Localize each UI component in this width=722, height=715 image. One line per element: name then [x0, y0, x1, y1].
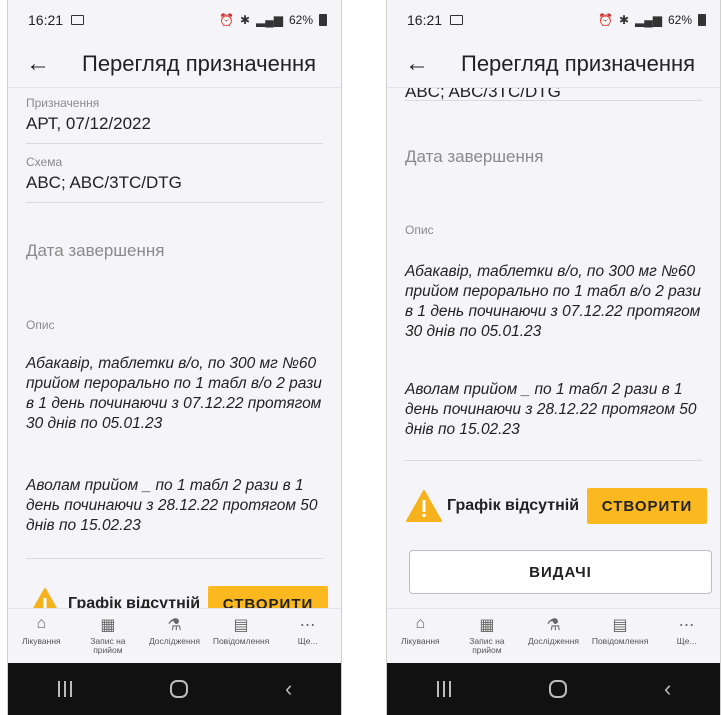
- schedule-missing-text: Графік відсутній: [68, 595, 201, 608]
- assignment-field: Призначення АРТ, 07/12/2022: [26, 96, 323, 134]
- bottom-navigation: ⌂ Лікування ▦ Запис на прийом ⚗ Дослідже…: [387, 608, 720, 663]
- nav-item-messages[interactable]: ▤ Повідомлення: [590, 615, 650, 646]
- schedule-missing-text: Графік відсутній: [447, 497, 580, 514]
- battery-icon: [319, 14, 327, 26]
- flask-icon: ⚗: [546, 617, 561, 634]
- scheme-field: Схема ABC; ABC/3TC/DTG: [26, 155, 323, 193]
- description-label: Опис: [405, 223, 434, 237]
- system-navigation-bar: ‹: [387, 663, 720, 715]
- status-bar: 16:21 ⏰ ✱ ▂▄▆ 62%: [387, 0, 720, 40]
- nav-item-treatment[interactable]: ⌂ Лікування: [390, 615, 450, 646]
- alarm-icon: ⏰: [218, 13, 234, 27]
- recents-button[interactable]: [57, 681, 73, 697]
- home-button[interactable]: [169, 680, 188, 698]
- battery-icon: [698, 14, 706, 26]
- alarm-icon: ⏰: [597, 13, 613, 27]
- status-time: 16:21: [28, 12, 64, 28]
- more-icon: ⋯: [678, 617, 695, 634]
- assignment-value: АРТ, 07/12/2022: [26, 114, 151, 133]
- divider: [405, 460, 702, 461]
- description-item-1: Абакавір, таблетки в/о, по 300 мг №60 пр…: [26, 355, 322, 432]
- create-schedule-button[interactable]: СТВОРИТИ: [587, 488, 708, 524]
- app-bar: ← Перегляд призначення: [387, 40, 720, 88]
- battery-percent: 62%: [667, 13, 692, 27]
- back-arrow-icon[interactable]: ←: [26, 50, 62, 78]
- system-back-button[interactable]: ‹: [285, 676, 292, 702]
- nav-item-treatment[interactable]: ⌂ Лікування: [11, 615, 71, 646]
- warning-icon: [33, 588, 57, 608]
- nav-item-appointment[interactable]: ▦ Запис на прийом: [78, 615, 138, 655]
- phone-screen-right: 16:21 ⏰ ✱ ▂▄▆ 62% ABC; ABC/3TC/DTG Дата …: [387, 0, 720, 715]
- nav-item-more[interactable]: ⋯ Ще...: [278, 615, 338, 646]
- battery-percent: 62%: [288, 13, 313, 27]
- assignment-label: Призначення: [26, 96, 100, 110]
- divider: [26, 202, 323, 203]
- signal-icon: ▂▄▆: [635, 13, 662, 27]
- end-date-field[interactable]: Дата завершення: [405, 147, 543, 167]
- home-button[interactable]: [548, 680, 567, 698]
- page-title: Перегляд призначення: [461, 50, 696, 76]
- page-title: Перегляд призначення: [82, 50, 317, 76]
- more-icon: ⋯: [299, 617, 316, 634]
- system-back-button[interactable]: ‹: [664, 676, 671, 702]
- description-item-2: Аволам прийом _ по 1 табл 2 рази в 1 ден…: [26, 477, 318, 534]
- bluetooth-icon: ✱: [618, 13, 629, 27]
- system-navigation-bar: ‹: [8, 663, 341, 715]
- back-arrow-icon[interactable]: ←: [405, 50, 441, 78]
- description-item-1: Абакавір, таблетки в/о, по 300 мг №60 пр…: [405, 263, 701, 340]
- message-icon: ▤: [612, 617, 628, 634]
- schedule-row: Графік відсутній СТВОРИТИ: [26, 586, 329, 608]
- calendar-icon: ▦: [100, 617, 116, 634]
- scheme-label: Схема: [26, 155, 63, 169]
- message-icon: ▤: [233, 617, 249, 634]
- warning-icon: [406, 490, 442, 522]
- bottom-navigation: ⌂ Лікування ▦ Запис на прийом ⚗ Дослідже…: [8, 608, 341, 663]
- description-label: Опис: [26, 318, 55, 332]
- status-time: 16:21: [407, 12, 443, 28]
- divider: [405, 100, 702, 101]
- bluetooth-icon: ✱: [239, 13, 250, 27]
- nav-item-research[interactable]: ⚗ Дослідження: [144, 615, 204, 646]
- divider: [26, 143, 323, 144]
- nav-item-appointment[interactable]: ▦ Запис на прийом: [457, 615, 517, 655]
- end-date-field[interactable]: Дата завершення: [26, 241, 164, 261]
- schedule-row: Графік відсутній СТВОРИТИ: [405, 488, 708, 524]
- gallery-notification-icon: [71, 15, 85, 25]
- description-item-2: Аволам прийом _ по 1 табл 2 рази в 1 ден…: [405, 381, 697, 438]
- nav-item-research[interactable]: ⚗ Дослідження: [523, 615, 583, 646]
- create-schedule-button[interactable]: СТВОРИТИ: [208, 586, 329, 608]
- gallery-notification-icon: [450, 15, 464, 25]
- home-icon: ⌂: [36, 615, 47, 632]
- home-icon: ⌂: [415, 615, 426, 632]
- app-bar: ← Перегляд призначення: [8, 40, 341, 88]
- signal-icon: ▂▄▆: [256, 13, 283, 27]
- issues-button[interactable]: ВИДАЧІ: [409, 550, 712, 594]
- scheme-value: ABC; ABC/3TC/DTG: [26, 173, 182, 192]
- phone-screen-left: 16:21 ⏰ ✱ ▂▄▆ 62% ← Перегляд призначення…: [8, 0, 341, 715]
- flask-icon: ⚗: [167, 617, 182, 634]
- nav-item-messages[interactable]: ▤ Повідомлення: [211, 615, 271, 646]
- divider: [26, 558, 323, 559]
- recents-button[interactable]: [436, 681, 452, 697]
- status-bar: 16:21 ⏰ ✱ ▂▄▆ 62%: [8, 0, 341, 40]
- assignment-details[interactable]: Призначення АРТ, 07/12/2022 Схема ABC; A…: [8, 88, 341, 608]
- calendar-icon: ▦: [479, 617, 495, 634]
- assignment-details-scrolled[interactable]: ABC; ABC/3TC/DTG Дата завершення Опис Аб…: [387, 88, 720, 608]
- nav-item-more[interactable]: ⋯ Ще...: [657, 615, 717, 646]
